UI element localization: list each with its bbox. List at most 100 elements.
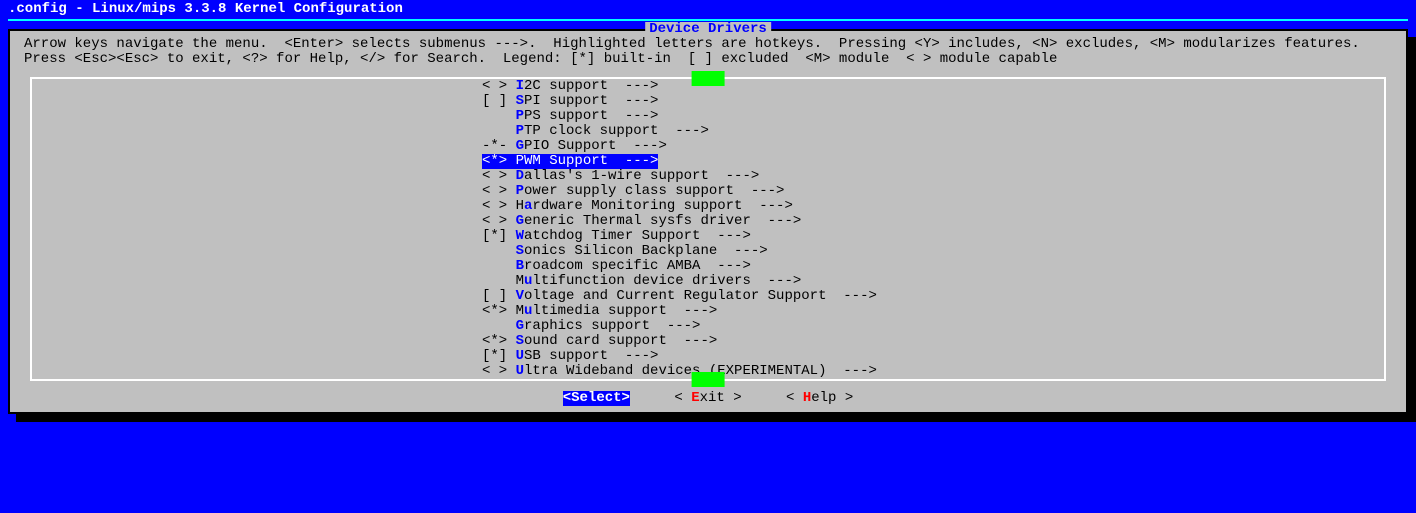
- menu-item-label: < > Generic Thermal sysfs driver --->: [482, 214, 801, 229]
- menu-text: PIO Support --->: [524, 138, 667, 154]
- menu-indent: [32, 319, 482, 334]
- menu-hotkey: U: [516, 348, 524, 364]
- menu-item[interactable]: [ ] Voltage and Current Regulator Suppor…: [32, 289, 1384, 304]
- menu-item[interactable]: < > Hardware Monitoring support --->: [32, 199, 1384, 214]
- menu-item[interactable]: <*> Sound card support --->: [32, 334, 1384, 349]
- menu-indent: [32, 109, 482, 124]
- menu-prefix: [ ]: [482, 288, 516, 304]
- menu-prefix: [482, 243, 516, 259]
- menu-prefix: <*>: [482, 333, 516, 349]
- menu-item[interactable]: [*] USB support --->: [32, 349, 1384, 364]
- menu-item[interactable]: <*> Multimedia support --->: [32, 304, 1384, 319]
- menu-prefix: M: [482, 273, 524, 289]
- menu-indent: [32, 364, 482, 379]
- menu-item[interactable]: -*- GPIO Support --->: [32, 139, 1384, 154]
- menu-text: PWM Support --->: [516, 153, 659, 169]
- menu-indent: [32, 244, 482, 259]
- button-bar: <Select> < Exit > < Help >: [10, 387, 1406, 406]
- menu-text: PI support --->: [524, 93, 658, 109]
- menu-prefix: < >: [482, 168, 516, 184]
- menu-text: ound card support --->: [524, 333, 717, 349]
- menu-item-label: Broadcom specific AMBA --->: [482, 259, 751, 274]
- menu-text: ltimedia support --->: [532, 303, 717, 319]
- menu-indent: [32, 184, 482, 199]
- menu-hotkey: S: [516, 243, 524, 259]
- menu-item-label: < > I2C support --->: [482, 79, 658, 94]
- menu-text: TP clock support --->: [524, 123, 709, 139]
- menu-item[interactable]: [*] Watchdog Timer Support --->: [32, 229, 1384, 244]
- menu-item-label: < > Ultra Wideband devices (EXPERIMENTAL…: [482, 364, 877, 379]
- menu-text: raphics support --->: [524, 318, 700, 334]
- menu-hotkey: G: [516, 138, 524, 154]
- scroll-down-indicator[interactable]: v(+): [692, 372, 725, 387]
- menu-item-label: PPS support --->: [482, 109, 658, 124]
- help-button[interactable]: < Help >: [786, 391, 853, 406]
- menu-indent: [32, 199, 482, 214]
- menu-indent: [32, 274, 482, 289]
- menu-item[interactable]: Multifunction device drivers --->: [32, 274, 1384, 289]
- menu-item[interactable]: Sonics Silicon Backplane --->: [32, 244, 1384, 259]
- menu-prefix: < >: [482, 213, 516, 229]
- menu-text: SB support --->: [524, 348, 658, 364]
- menu-text: allas's 1-wire support --->: [524, 168, 759, 184]
- menu-item[interactable]: [ ] SPI support --->: [32, 94, 1384, 109]
- dialog: Device Drivers Arrow keys navigate the m…: [8, 29, 1408, 414]
- menu-indent: [32, 169, 482, 184]
- menu-prefix: -*-: [482, 138, 516, 154]
- menu-indent: [32, 124, 482, 139]
- menu-item[interactable]: < > Dallas's 1-wire support --->: [32, 169, 1384, 184]
- menu-item-label: < > Dallas's 1-wire support --->: [482, 169, 759, 184]
- menu-indent: [32, 94, 482, 109]
- menu-prefix: < >: [482, 183, 516, 199]
- menu-prefix: [*]: [482, 348, 516, 364]
- menu-hotkey: D: [516, 168, 524, 184]
- exit-button[interactable]: < Exit >: [674, 391, 741, 406]
- menu-indent: [32, 304, 482, 319]
- menu-item[interactable]: Graphics support --->: [32, 319, 1384, 334]
- menu-prefix: <*>: [482, 153, 516, 169]
- menu-item-label: [ ] SPI support --->: [482, 94, 658, 109]
- menu-box: ^(-) < > I2C support --->[ ] SPI support…: [30, 77, 1386, 381]
- dialog-title: Device Drivers: [645, 22, 771, 37]
- menu-indent: [32, 79, 482, 94]
- menu-hotkey: G: [516, 213, 524, 229]
- menu-hotkey: U: [516, 363, 524, 379]
- menu-prefix: < >: [482, 78, 516, 94]
- menu-item-label: < > Power supply class support --->: [482, 184, 784, 199]
- menu-item[interactable]: PPS support --->: [32, 109, 1384, 124]
- menu-indent: [32, 259, 482, 274]
- menu-list[interactable]: < > I2C support --->[ ] SPI support --->…: [32, 79, 1384, 379]
- menu-item[interactable]: Broadcom specific AMBA --->: [32, 259, 1384, 274]
- menu-item[interactable]: < > Generic Thermal sysfs driver --->: [32, 214, 1384, 229]
- menu-prefix: [482, 108, 516, 124]
- menu-hotkey: P: [516, 108, 524, 124]
- menu-item-label: Graphics support --->: [482, 319, 700, 334]
- menu-item-label: PTP clock support --->: [482, 124, 709, 139]
- menu-text: onics Silicon Backplane --->: [524, 243, 768, 259]
- menu-prefix: < >: [482, 363, 516, 379]
- menu-text: ower supply class support --->: [524, 183, 784, 199]
- menu-text: eneric Thermal sysfs driver --->: [524, 213, 801, 229]
- menu-item-label: [ ] Voltage and Current Regulator Suppor…: [482, 289, 877, 304]
- menu-hotkey: W: [516, 228, 524, 244]
- menu-prefix: [482, 318, 516, 334]
- menu-indent: [32, 229, 482, 244]
- menu-text: atchdog Timer Support --->: [524, 228, 751, 244]
- menu-prefix: [*]: [482, 228, 516, 244]
- menu-indent: [32, 154, 482, 169]
- menu-indent: [32, 289, 482, 304]
- scroll-up-indicator[interactable]: ^(-): [692, 71, 725, 86]
- menu-indent: [32, 139, 482, 154]
- menu-prefix: <*> M: [482, 303, 524, 319]
- menu-hotkey: V: [516, 288, 524, 304]
- menu-text: PS support --->: [524, 108, 658, 124]
- menu-item[interactable]: <*> PWM Support --->: [32, 154, 1384, 169]
- menu-hotkey: S: [516, 93, 524, 109]
- menu-prefix: [482, 258, 516, 274]
- menu-item[interactable]: < > Power supply class support --->: [32, 184, 1384, 199]
- menu-item-label: < > Hardware Monitoring support --->: [482, 199, 793, 214]
- menu-item[interactable]: PTP clock support --->: [32, 124, 1384, 139]
- select-button[interactable]: <Select>: [563, 391, 630, 406]
- menu-hotkey: B: [516, 258, 524, 274]
- menu-text: oltage and Current Regulator Support ---…: [524, 288, 877, 304]
